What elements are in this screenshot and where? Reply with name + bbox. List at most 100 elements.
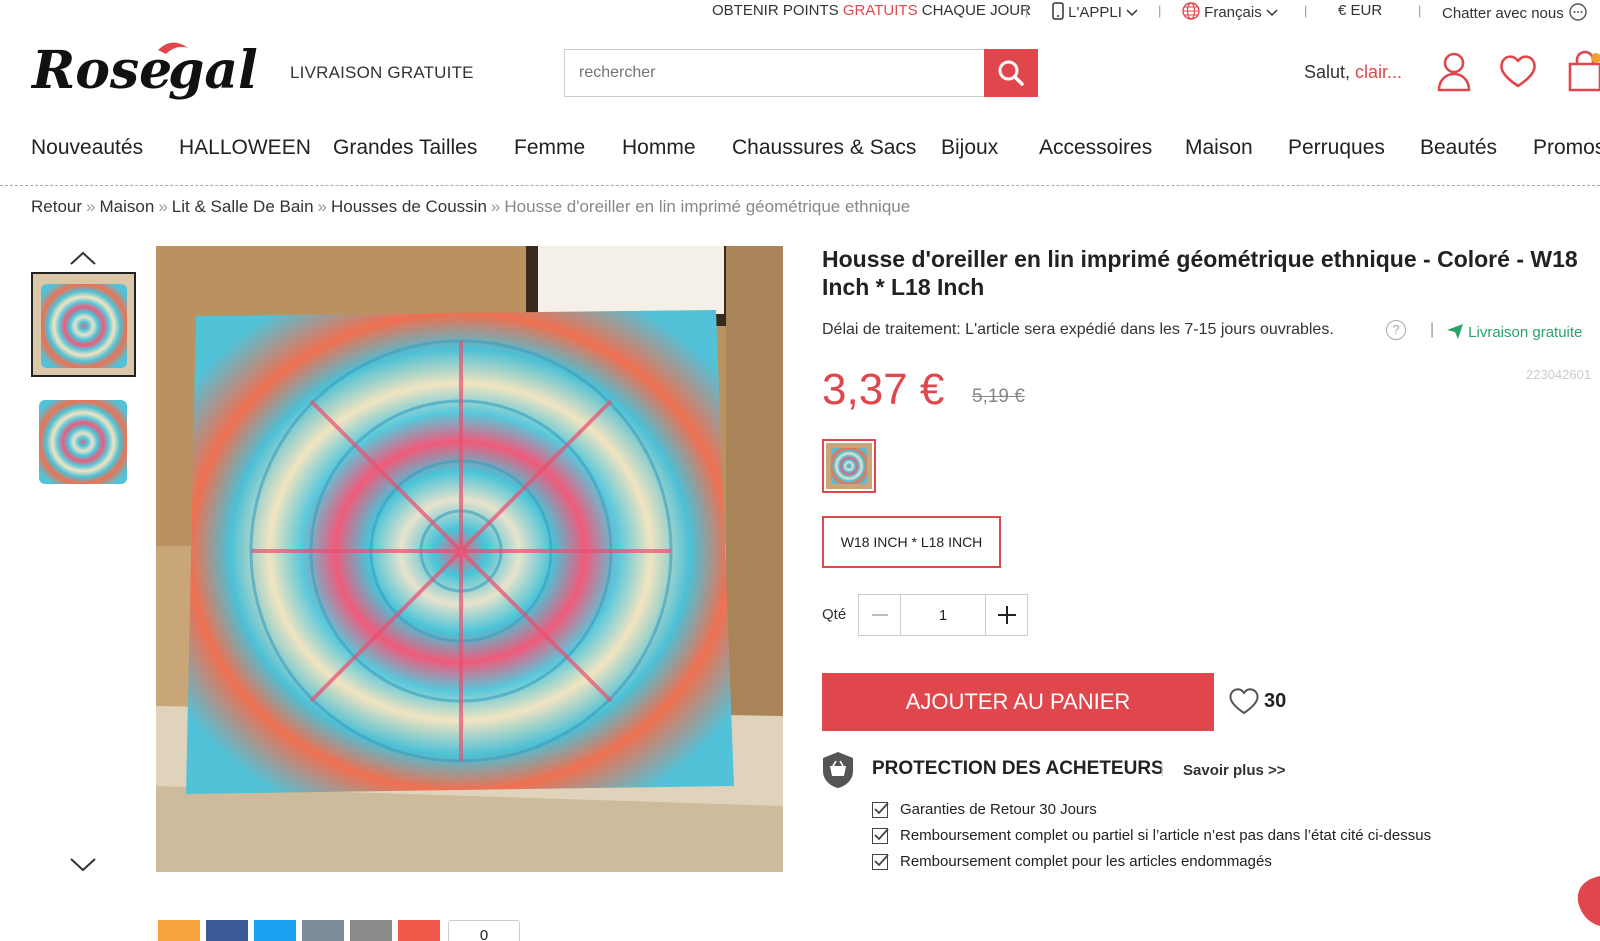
points-text: OBTENIR POINTS xyxy=(712,2,843,19)
share-twitter-icon[interactable] xyxy=(254,920,296,941)
quantity-value[interactable]: 1 xyxy=(901,595,985,635)
divider: | xyxy=(1430,321,1435,338)
points-daily-text: CHAQUE JOUR xyxy=(917,2,1031,19)
nav-item-men[interactable]: Homme xyxy=(622,136,696,160)
breadcrumb: Retour» Maison» Lit & Salle De Bain» Housse… xyxy=(31,197,910,217)
divider: | xyxy=(1160,760,1165,777)
chevron-down-icon xyxy=(1266,9,1278,17)
current-price: 3,37 € xyxy=(822,365,945,414)
chat-label: Chatter avec nous xyxy=(1442,5,1564,22)
nav-item-beauty[interactable]: Beautés xyxy=(1420,136,1497,160)
guarantee-text: Remboursement complet ou partiel si l’ar… xyxy=(900,827,1432,844)
guarantee-item: Garanties de Retour 30 Jours xyxy=(872,801,1097,818)
help-icon[interactable]: ? xyxy=(1386,320,1406,340)
guarantee-item: Remboursement complet pour les articles … xyxy=(872,853,1272,870)
search-input[interactable] xyxy=(564,49,984,97)
nav-item-home[interactable]: Maison xyxy=(1185,136,1253,160)
search-icon xyxy=(998,60,1024,86)
breadcrumb-back[interactable]: Retour xyxy=(31,197,82,216)
free-shipping-banner: LIVRAISON GRATUITE xyxy=(290,63,474,82)
product-title: Housse d'oreiller en lin imprimé géométr… xyxy=(822,246,1578,300)
quantity-increase-button[interactable] xyxy=(985,595,1027,635)
breadcrumb-bed-bath[interactable]: Lit & Salle De Bain xyxy=(172,197,314,216)
globe-icon xyxy=(1182,2,1200,20)
quantity-decrease-button[interactable] xyxy=(859,595,901,635)
cart-bag-icon[interactable] xyxy=(1566,50,1600,92)
divider: | xyxy=(1304,3,1308,18)
original-price: 5,19 € xyxy=(972,386,1025,407)
nav-item-wigs[interactable]: Perruques xyxy=(1288,136,1385,160)
breadcrumb-current: Housse d'oreiller en lin imprimé géométr… xyxy=(504,197,911,216)
free-shipping-label: Livraison gratuite xyxy=(1468,324,1583,341)
processing-time: Délai de traitement: L'article sera expé… xyxy=(822,321,1334,338)
user-greeting[interactable]: Salut, clair... xyxy=(1304,62,1402,83)
free-points-link[interactable]: OBTENIR POINTS GRATUITS CHAQUE JOUR xyxy=(712,2,1031,19)
add-to-cart-button[interactable]: AJOUTER AU PANIER xyxy=(822,673,1214,731)
breadcrumb-cushion-covers[interactable]: Housses de Coussin xyxy=(331,197,487,216)
chat-widget-icon[interactable] xyxy=(1570,874,1600,941)
nav-item-promos[interactable]: Promos xyxy=(1533,136,1600,160)
language-label: Français xyxy=(1204,4,1262,21)
greeting-text: Salut, xyxy=(1304,62,1351,82)
nav-item-women[interactable]: Femme xyxy=(514,136,585,160)
share-odnoklassniki-icon[interactable] xyxy=(158,920,200,941)
app-label: L'APPLI xyxy=(1068,4,1122,21)
nav-item-plus-size[interactable]: Grandes Tailles xyxy=(333,136,477,160)
nav-divider xyxy=(0,185,1600,187)
buyer-protection-title: PROTECTION DES ACHETEURS xyxy=(872,758,1164,779)
logo-wordmark: Rose gal xyxy=(30,40,258,101)
nav-item-accessories[interactable]: Accessoires xyxy=(1039,136,1152,160)
breadcrumb-sep: » xyxy=(490,197,501,216)
quantity-label: Qté xyxy=(822,606,847,623)
main-category-nav: Nouveautés HALLOWEEN Grandes Tailles Fem… xyxy=(0,136,1600,186)
checkbox-icon xyxy=(872,801,889,818)
currency-menu[interactable]: € EUR xyxy=(1338,2,1382,19)
plus-icon xyxy=(997,606,1016,624)
wishlist-heart-icon[interactable] xyxy=(1228,686,1260,716)
product-thumbnail[interactable] xyxy=(31,272,136,377)
product-thumbnail[interactable] xyxy=(31,390,136,495)
nav-item-new[interactable]: Nouveautés xyxy=(31,136,143,160)
account-icon[interactable] xyxy=(1434,50,1474,92)
product-main-image[interactable] xyxy=(156,246,783,872)
wishlist-heart-icon[interactable] xyxy=(1498,50,1538,92)
share-more-icon[interactable] xyxy=(398,920,440,941)
share-facebook-icon[interactable] xyxy=(206,920,248,941)
minus-icon xyxy=(871,614,888,616)
points-free-text: GRATUITS xyxy=(842,2,918,19)
nav-item-shoes-bags[interactable]: Chaussures & Sacs xyxy=(732,136,916,160)
quantity-stepper: 1 xyxy=(858,594,1028,636)
chat-link[interactable]: Chatter avec nous xyxy=(1442,2,1588,22)
learn-more-link[interactable]: Savoir plus >> xyxy=(1183,762,1286,779)
checkbox-icon xyxy=(872,827,889,844)
chevron-down-icon xyxy=(1126,9,1138,17)
thumb-scroll-down-icon[interactable] xyxy=(68,855,98,875)
checkbox-icon xyxy=(872,853,889,870)
thumb-scroll-up-icon[interactable] xyxy=(68,248,98,268)
divider: | xyxy=(1025,3,1029,18)
breadcrumb-home[interactable]: Maison xyxy=(100,197,155,216)
share-print-icon[interactable] xyxy=(302,920,344,941)
share-email-icon[interactable] xyxy=(350,920,392,941)
color-swatch[interactable] xyxy=(822,439,876,493)
wishlist-count: 30 xyxy=(1264,690,1287,712)
guarantee-item: Remboursement complet ou partiel si l’ar… xyxy=(872,827,1431,844)
nav-item-halloween[interactable]: HALLOWEEN xyxy=(179,136,311,160)
swatch-image xyxy=(826,443,872,489)
divider: | xyxy=(1158,3,1162,18)
app-menu[interactable]: L'APPLI xyxy=(1052,2,1138,21)
svg-text:gal: gal xyxy=(168,40,258,101)
guarantee-text: Remboursement complet pour les articles … xyxy=(900,853,1272,870)
breadcrumb-sep: » xyxy=(86,197,96,216)
rosegal-logo[interactable]: Rose gal xyxy=(30,34,270,112)
top-utility-bar: OBTENIR POINTS GRATUITS CHAQUE JOUR | L'… xyxy=(0,0,1600,24)
plane-icon xyxy=(1447,324,1463,339)
pillow-photo xyxy=(156,246,783,872)
pillow-thumb-image xyxy=(31,390,136,495)
guarantee-text: Garanties de Retour 30 Jours xyxy=(900,801,1097,818)
language-menu[interactable]: Français xyxy=(1182,2,1278,21)
breadcrumb-sep: » xyxy=(317,197,327,216)
nav-item-jewelry[interactable]: Bijoux xyxy=(941,136,998,160)
search-button[interactable] xyxy=(984,49,1038,97)
size-option[interactable]: W18 INCH * L18 INCH xyxy=(822,516,1001,568)
